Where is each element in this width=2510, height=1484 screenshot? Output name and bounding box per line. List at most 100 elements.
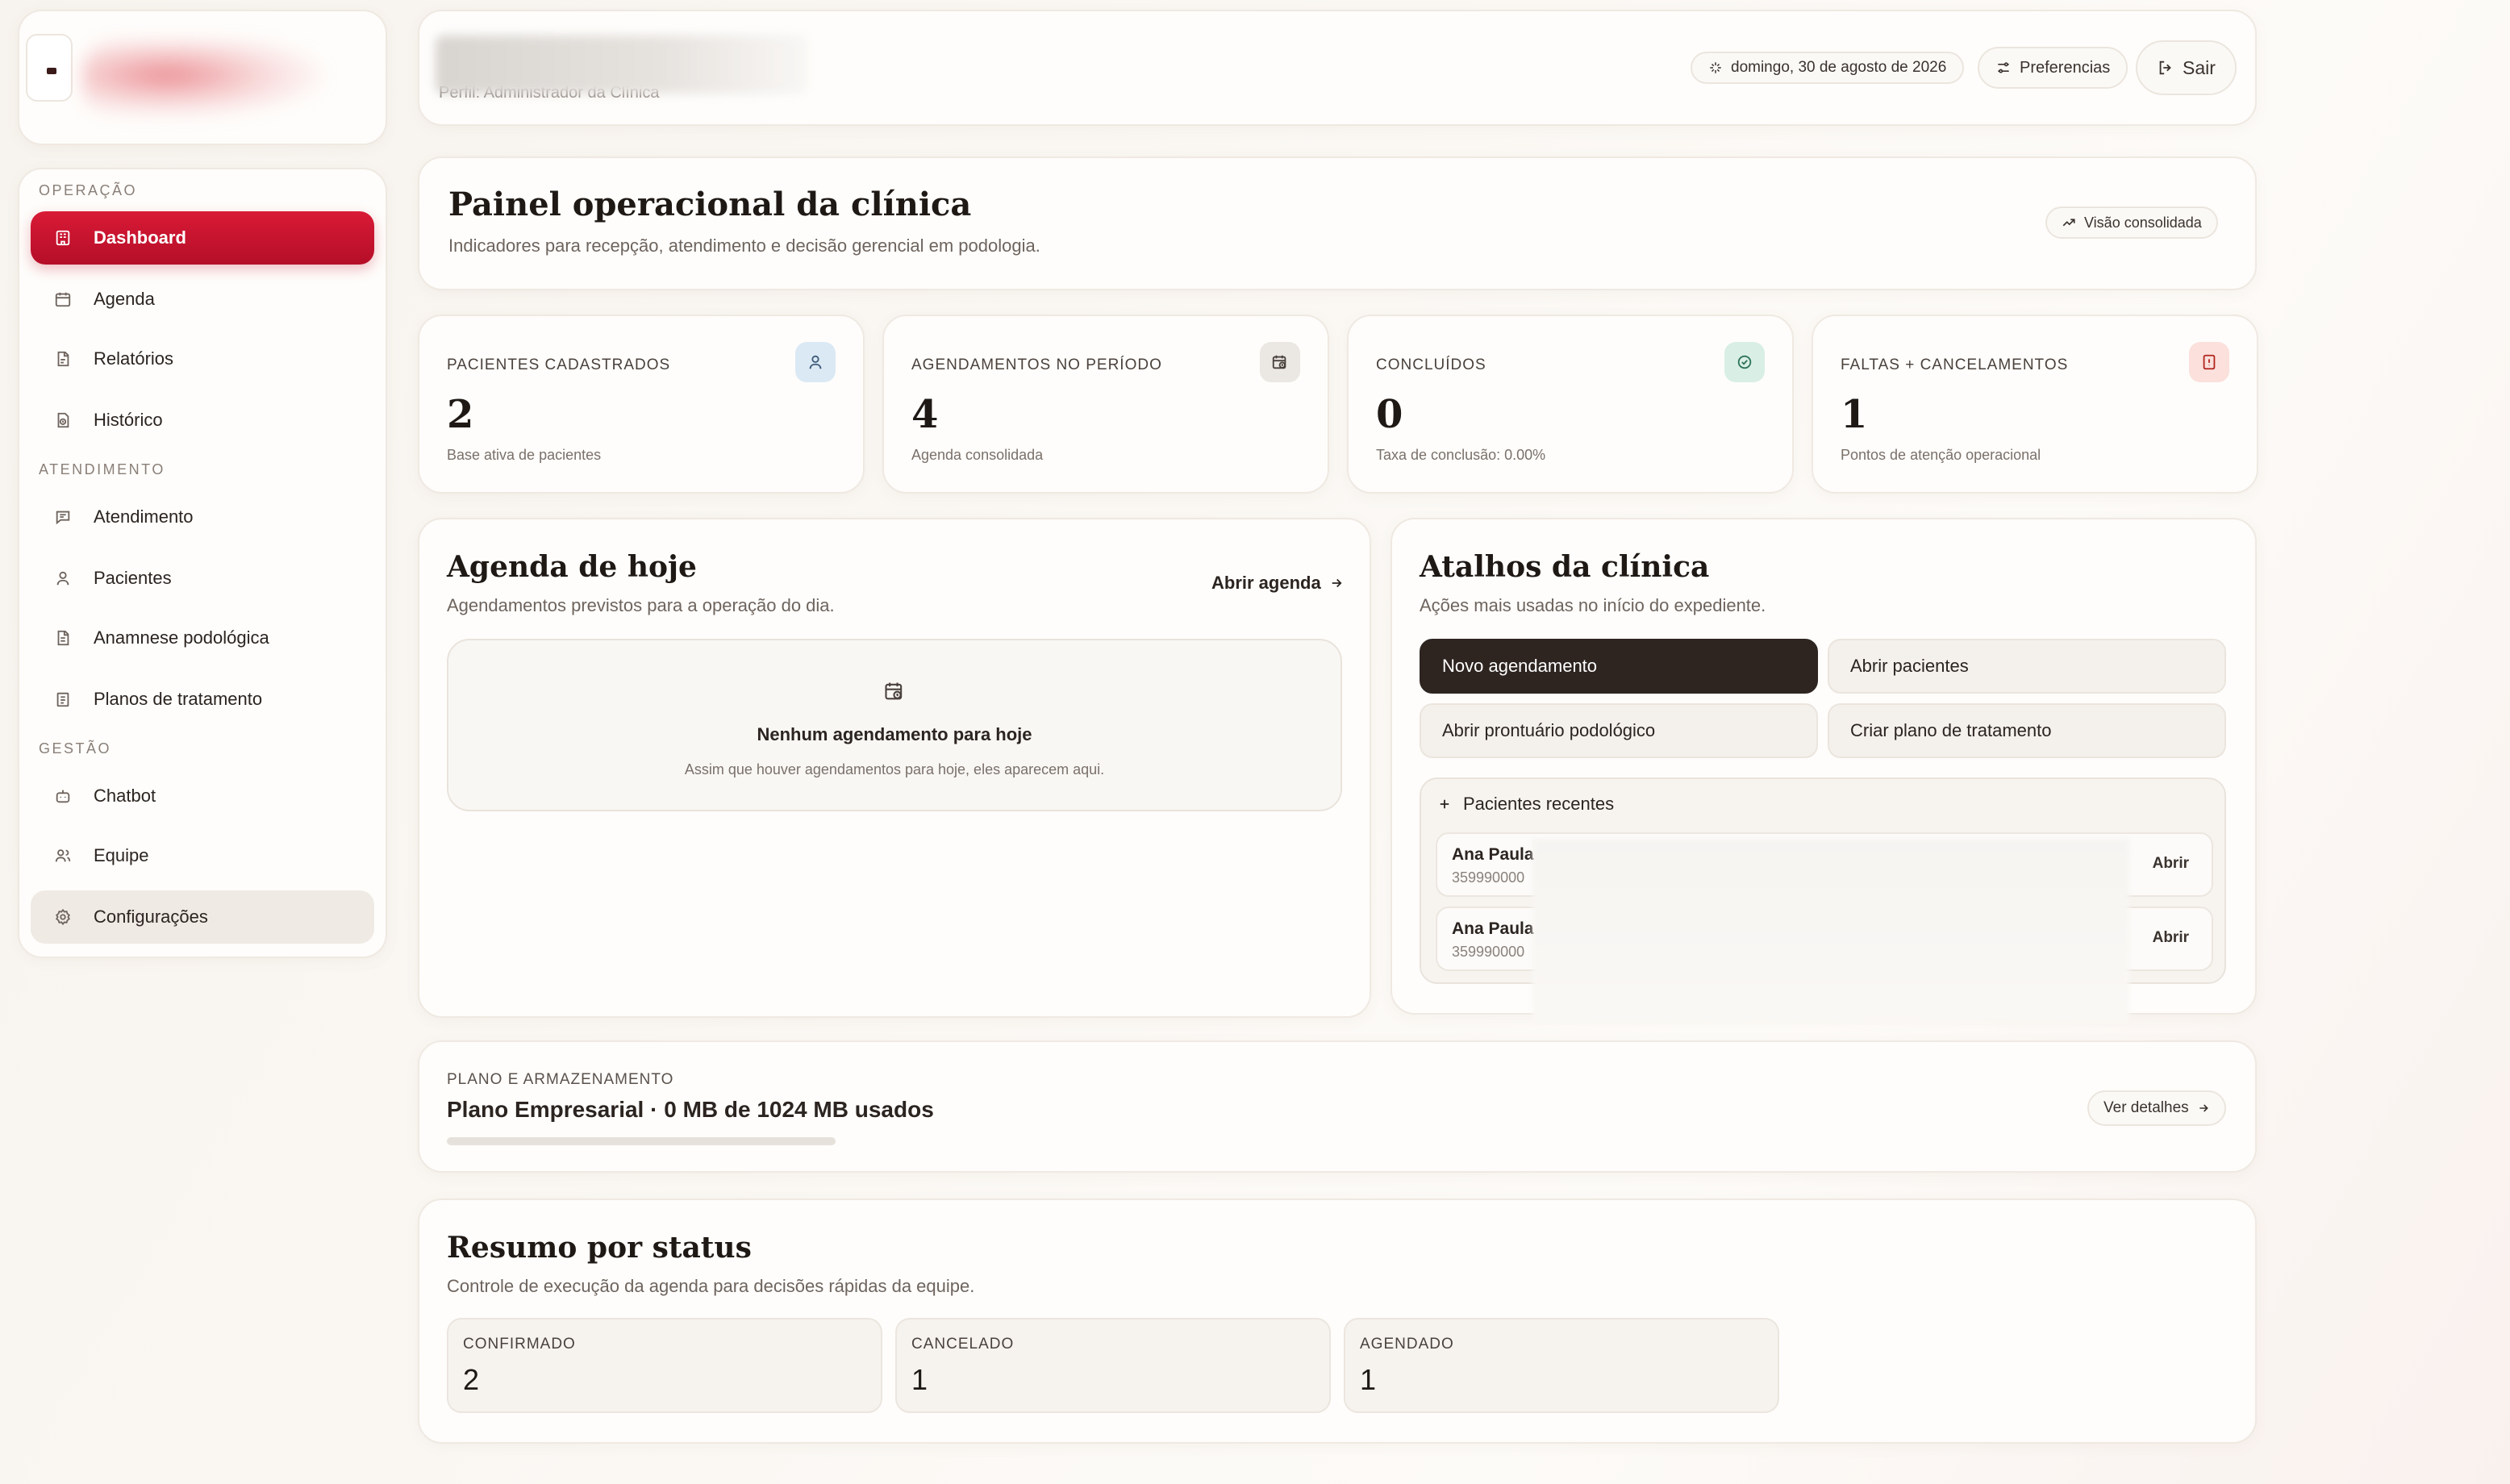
stat-value: 4	[911, 392, 939, 437]
logout-button[interactable]: Sair	[2136, 40, 2237, 95]
user-icon	[47, 569, 79, 587]
brand-logo[interactable]	[26, 34, 73, 102]
shortcuts-title: Atalhos da clínica	[1420, 550, 1710, 584]
consolidated-view-label: Visão consolidada	[2084, 214, 2202, 231]
open-patient-button[interactable]: Abrir	[2153, 929, 2189, 947]
status-confirmed: CONFIRMADO 2	[447, 1318, 882, 1413]
status-label: CANCELADO	[911, 1336, 1015, 1353]
open-agenda-label: Abrir agenda	[1211, 573, 1321, 593]
plus-icon	[1437, 797, 1452, 811]
patient-phone: 359990000	[1452, 944, 1525, 960]
logout-icon	[2157, 59, 2174, 77]
sparkle-icon	[1708, 60, 1723, 75]
view-details-button[interactable]: Ver detalhes	[2087, 1090, 2226, 1126]
stat-label: CONCLUÍDOS	[1376, 356, 1486, 373]
status-scheduled: AGENDADO 1	[1344, 1318, 1779, 1413]
consolidated-view-badge[interactable]: Visão consolidada	[2045, 206, 2218, 239]
status-value: 2	[463, 1363, 480, 1396]
date-text: domingo, 30 de agosto de 2026	[1731, 59, 1947, 76]
stat-card-completed: CONCLUÍDOS 0 Taxa de conclusão: 0.00%	[1347, 315, 1794, 494]
patient-name: Ana Paula	[1452, 845, 1534, 864]
stat-description: Agenda consolidada	[911, 447, 1044, 463]
redacted-overlay	[1532, 839, 2129, 1021]
history-icon	[47, 411, 79, 429]
trending-up-icon	[2062, 215, 2076, 230]
gear-icon	[47, 908, 79, 926]
empty-agenda-title: Nenhum agendamento para hoje	[757, 724, 1032, 744]
plan-label: PLANO E ARMAZENAMENTO	[447, 1071, 674, 1088]
sliders-icon	[1995, 60, 2012, 76]
user-icon	[795, 342, 836, 382]
patient-phone: 359990000	[1452, 869, 1525, 886]
sidebar-item-chatbot[interactable]: Chatbot	[31, 769, 374, 823]
team-icon	[47, 847, 79, 865]
agenda-subtitle: Agendamentos previstos para a operação d…	[447, 595, 835, 615]
sidebar-item-label: Histórico	[94, 410, 163, 430]
sidebar-item-label: Agenda	[94, 289, 155, 309]
sidebar-item-label: Planos de tratamento	[94, 689, 263, 709]
sidebar-item-label: Relatórios	[94, 348, 174, 369]
status-value: 1	[1360, 1363, 1377, 1396]
sidebar-item-label: Anamnese podológica	[94, 627, 269, 648]
sidebar-item-pacientes[interactable]: Pacientes	[31, 552, 374, 605]
stat-card-patients: PACIENTES CADASTRADOS 2 Base ativa de pa…	[418, 315, 865, 494]
sidebar-item-atendimento[interactable]: Atendimento	[31, 490, 374, 544]
open-agenda-link[interactable]: Abrir agenda	[1211, 573, 1344, 594]
stat-description: Pontos de atenção operacional	[1841, 447, 2041, 463]
calendar-clock-icon	[881, 677, 908, 705]
report-icon	[47, 350, 79, 368]
sidebar-item-relatorios[interactable]: Relatórios	[31, 332, 374, 386]
sidebar-item-equipe[interactable]: Equipe	[31, 829, 374, 882]
open-podiatry-record-button[interactable]: Abrir prontuário podológico	[1420, 703, 1818, 758]
summary-subtitle: Controle de execução da agenda para deci…	[447, 1276, 975, 1296]
status-cancelled: CANCELADO 1	[895, 1318, 1331, 1413]
storage-progress-bar	[447, 1137, 836, 1145]
sidebar-item-label: Configurações	[94, 907, 208, 927]
shortcuts-subtitle: Ações mais usadas no início do expedient…	[1420, 595, 1766, 615]
stat-description: Base ativa de pacientes	[447, 447, 602, 463]
preferences-label: Preferencias	[2020, 58, 2111, 77]
sidebar-item-dashboard[interactable]: Dashboard	[31, 211, 374, 265]
dashboard-icon	[47, 229, 79, 247]
sidebar-item-historico[interactable]: Histórico	[31, 394, 374, 447]
sidebar-section-atendimento: ATENDIMENTO	[39, 461, 165, 477]
create-treatment-plan-button[interactable]: Criar plano de tratamento	[1828, 703, 2226, 758]
sidebar-item-label: Equipe	[94, 845, 149, 865]
stat-value: 0	[1376, 392, 1403, 437]
recent-patients-title: Pacientes recentes	[1463, 794, 1615, 814]
open-patients-button[interactable]: Abrir pacientes	[1828, 639, 2226, 694]
sidebar-item-planos-tratamento[interactable]: Planos de tratamento	[31, 673, 374, 726]
status-value: 1	[911, 1363, 928, 1396]
arrow-right-icon	[2197, 1102, 2210, 1115]
sidebar-section-gestao: GESTÃO	[39, 740, 112, 757]
recent-patients-header[interactable]: Pacientes recentes	[1437, 794, 1614, 815]
sidebar-section-operacao: OPERAÇÃO	[39, 182, 138, 198]
stat-label: PACIENTES CADASTRADOS	[447, 356, 671, 373]
document-icon	[47, 629, 79, 647]
alert-doc-icon	[2189, 342, 2229, 382]
calendar-clock-icon	[1260, 342, 1300, 382]
status-label: AGENDADO	[1360, 1336, 1454, 1353]
new-appointment-button[interactable]: Novo agendamento	[1420, 639, 1818, 694]
sidebar-item-anamnese[interactable]: Anamnese podológica	[31, 611, 374, 665]
patient-name: Ana Paula	[1452, 919, 1534, 938]
panel-header-card	[418, 156, 2257, 290]
sidebar-item-agenda[interactable]: Agenda	[31, 273, 374, 326]
arrow-right-icon	[1329, 576, 1344, 590]
chat-icon	[47, 508, 79, 526]
brand-name-redacted	[82, 40, 324, 118]
sidebar-item-configuracoes[interactable]: Configurações	[31, 890, 374, 944]
stat-description: Taxa de conclusão: 0.00%	[1376, 447, 1546, 463]
sidebar-item-label: Chatbot	[94, 786, 156, 806]
open-patient-button[interactable]: Abrir	[2153, 855, 2189, 873]
page-subtitle: Indicadores para recepção, atendimento e…	[448, 236, 1040, 256]
status-label: CONFIRMADO	[463, 1336, 576, 1353]
logout-label: Sair	[2183, 56, 2216, 78]
clinic-name-redacted	[436, 35, 807, 94]
sidebar-item-label: Dashboard	[94, 227, 186, 248]
preferences-button[interactable]: Preferencias	[1978, 47, 2128, 89]
bot-icon	[47, 787, 79, 805]
clipboard-icon	[47, 690, 79, 708]
agenda-title: Agenda de hoje	[447, 550, 697, 584]
stat-label: AGENDAMENTOS NO PERÍODO	[911, 356, 1162, 373]
